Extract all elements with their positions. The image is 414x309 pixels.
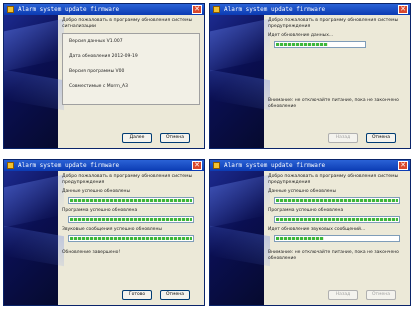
progress-fill — [276, 43, 328, 46]
sound-progress-bar — [68, 235, 194, 242]
title-bar[interactable]: Alarm system update firmware ✕ — [210, 160, 410, 171]
dialog-content: Добро пожаловать в программу обновления … — [62, 18, 200, 126]
app-icon — [7, 6, 14, 13]
welcome-heading: Добро пожаловать в программу обновления … — [62, 18, 193, 29]
progress-fill — [70, 218, 192, 221]
close-icon[interactable]: ✕ — [398, 5, 408, 14]
sound-progress-bar — [274, 235, 400, 242]
window-title: Alarm system update firmware — [18, 6, 120, 13]
data-status: Данные успешно обновлены — [268, 189, 337, 194]
window-title: Alarm system update firmware — [18, 162, 120, 169]
dialog-info: Alarm system update firmware ✕ Добро пож… — [3, 3, 205, 149]
app-icon — [213, 162, 220, 169]
welcome-heading: Добро пожаловать в программу обновления … — [268, 18, 399, 29]
window-title: Alarm system update firmware — [224, 162, 326, 169]
warning-note: Внимание: не отключайте питание, пока не… — [268, 250, 399, 261]
status-label: Идет обновление данных... — [268, 33, 334, 38]
program-version: Версия программы V00 — [69, 69, 125, 74]
dialog-content: Добро пожаловать в программу обновления … — [62, 174, 200, 283]
progress-fill — [70, 199, 192, 202]
app-icon — [7, 162, 14, 169]
dialog-complete: Alarm system update firmware ✕ Добро пож… — [3, 159, 205, 306]
welcome-heading: Добро пожаловать в программу обновления … — [268, 174, 399, 185]
progress-fill — [276, 199, 398, 202]
back-button[interactable]: Назад — [328, 133, 358, 143]
cancel-button[interactable]: Отмена — [366, 133, 396, 143]
dialog-content: Добро пожаловать в программу обновления … — [268, 18, 406, 126]
title-bar[interactable]: Alarm system update firmware ✕ — [4, 4, 204, 15]
program-progress-bar — [68, 216, 194, 223]
update-date: Дата обновления 2012-09-19 — [69, 54, 138, 59]
sound-status: Звуковые сообщения успешно обновлены — [62, 227, 162, 232]
progress-fill — [276, 218, 398, 221]
title-bar[interactable]: Alarm system update firmware ✕ — [210, 4, 410, 15]
finish-button[interactable]: Готово — [122, 290, 152, 300]
progress-fill — [70, 237, 192, 240]
welcome-heading: Добро пожаловать в программу обновления … — [62, 174, 193, 185]
cancel-button[interactable]: Отмена — [160, 290, 190, 300]
sound-status: Идет обновление звуковых сообщений... — [268, 227, 366, 232]
cancel-button[interactable]: Отмена — [366, 290, 396, 300]
program-progress-bar — [274, 216, 400, 223]
side-banner — [4, 171, 58, 305]
side-banner — [210, 171, 264, 305]
program-status: Программа успешно обновлена — [62, 208, 138, 213]
data-status: Данные успешно обновлены — [62, 189, 131, 194]
window-title: Alarm system update firmware — [224, 6, 326, 13]
close-icon[interactable]: ✕ — [192, 161, 202, 170]
done-message: Обновление завершено! — [62, 250, 121, 255]
close-icon[interactable]: ✕ — [192, 5, 202, 14]
program-status: Программа успешно обновлена — [268, 208, 344, 213]
progress-fill — [276, 237, 324, 240]
back-button[interactable]: Назад — [328, 290, 358, 300]
progress-bar — [274, 41, 366, 48]
cancel-button[interactable]: Отмена — [160, 133, 190, 143]
compatibility: Совместимые с Morrn_A3 — [69, 84, 129, 89]
side-banner — [4, 15, 58, 148]
data-progress-bar — [68, 197, 194, 204]
side-banner — [210, 15, 264, 148]
data-version: Версия данных V1.007 — [69, 39, 123, 44]
dialog-updating-sounds: Alarm system update firmware ✕ Добро пож… — [209, 159, 411, 306]
version-info-box: Версия данных V1.007 Дата обновления 201… — [62, 33, 200, 105]
app-icon — [213, 6, 220, 13]
warning-note: Внимание: не отключайте питание, пока не… — [268, 98, 399, 109]
title-bar[interactable]: Alarm system update firmware ✕ — [4, 160, 204, 171]
next-button[interactable]: Далее — [122, 133, 152, 143]
dialog-updating: Alarm system update firmware ✕ Добро пож… — [209, 3, 411, 149]
dialog-content: Добро пожаловать в программу обновления … — [268, 174, 406, 283]
data-progress-bar — [274, 197, 400, 204]
close-icon[interactable]: ✕ — [398, 161, 408, 170]
